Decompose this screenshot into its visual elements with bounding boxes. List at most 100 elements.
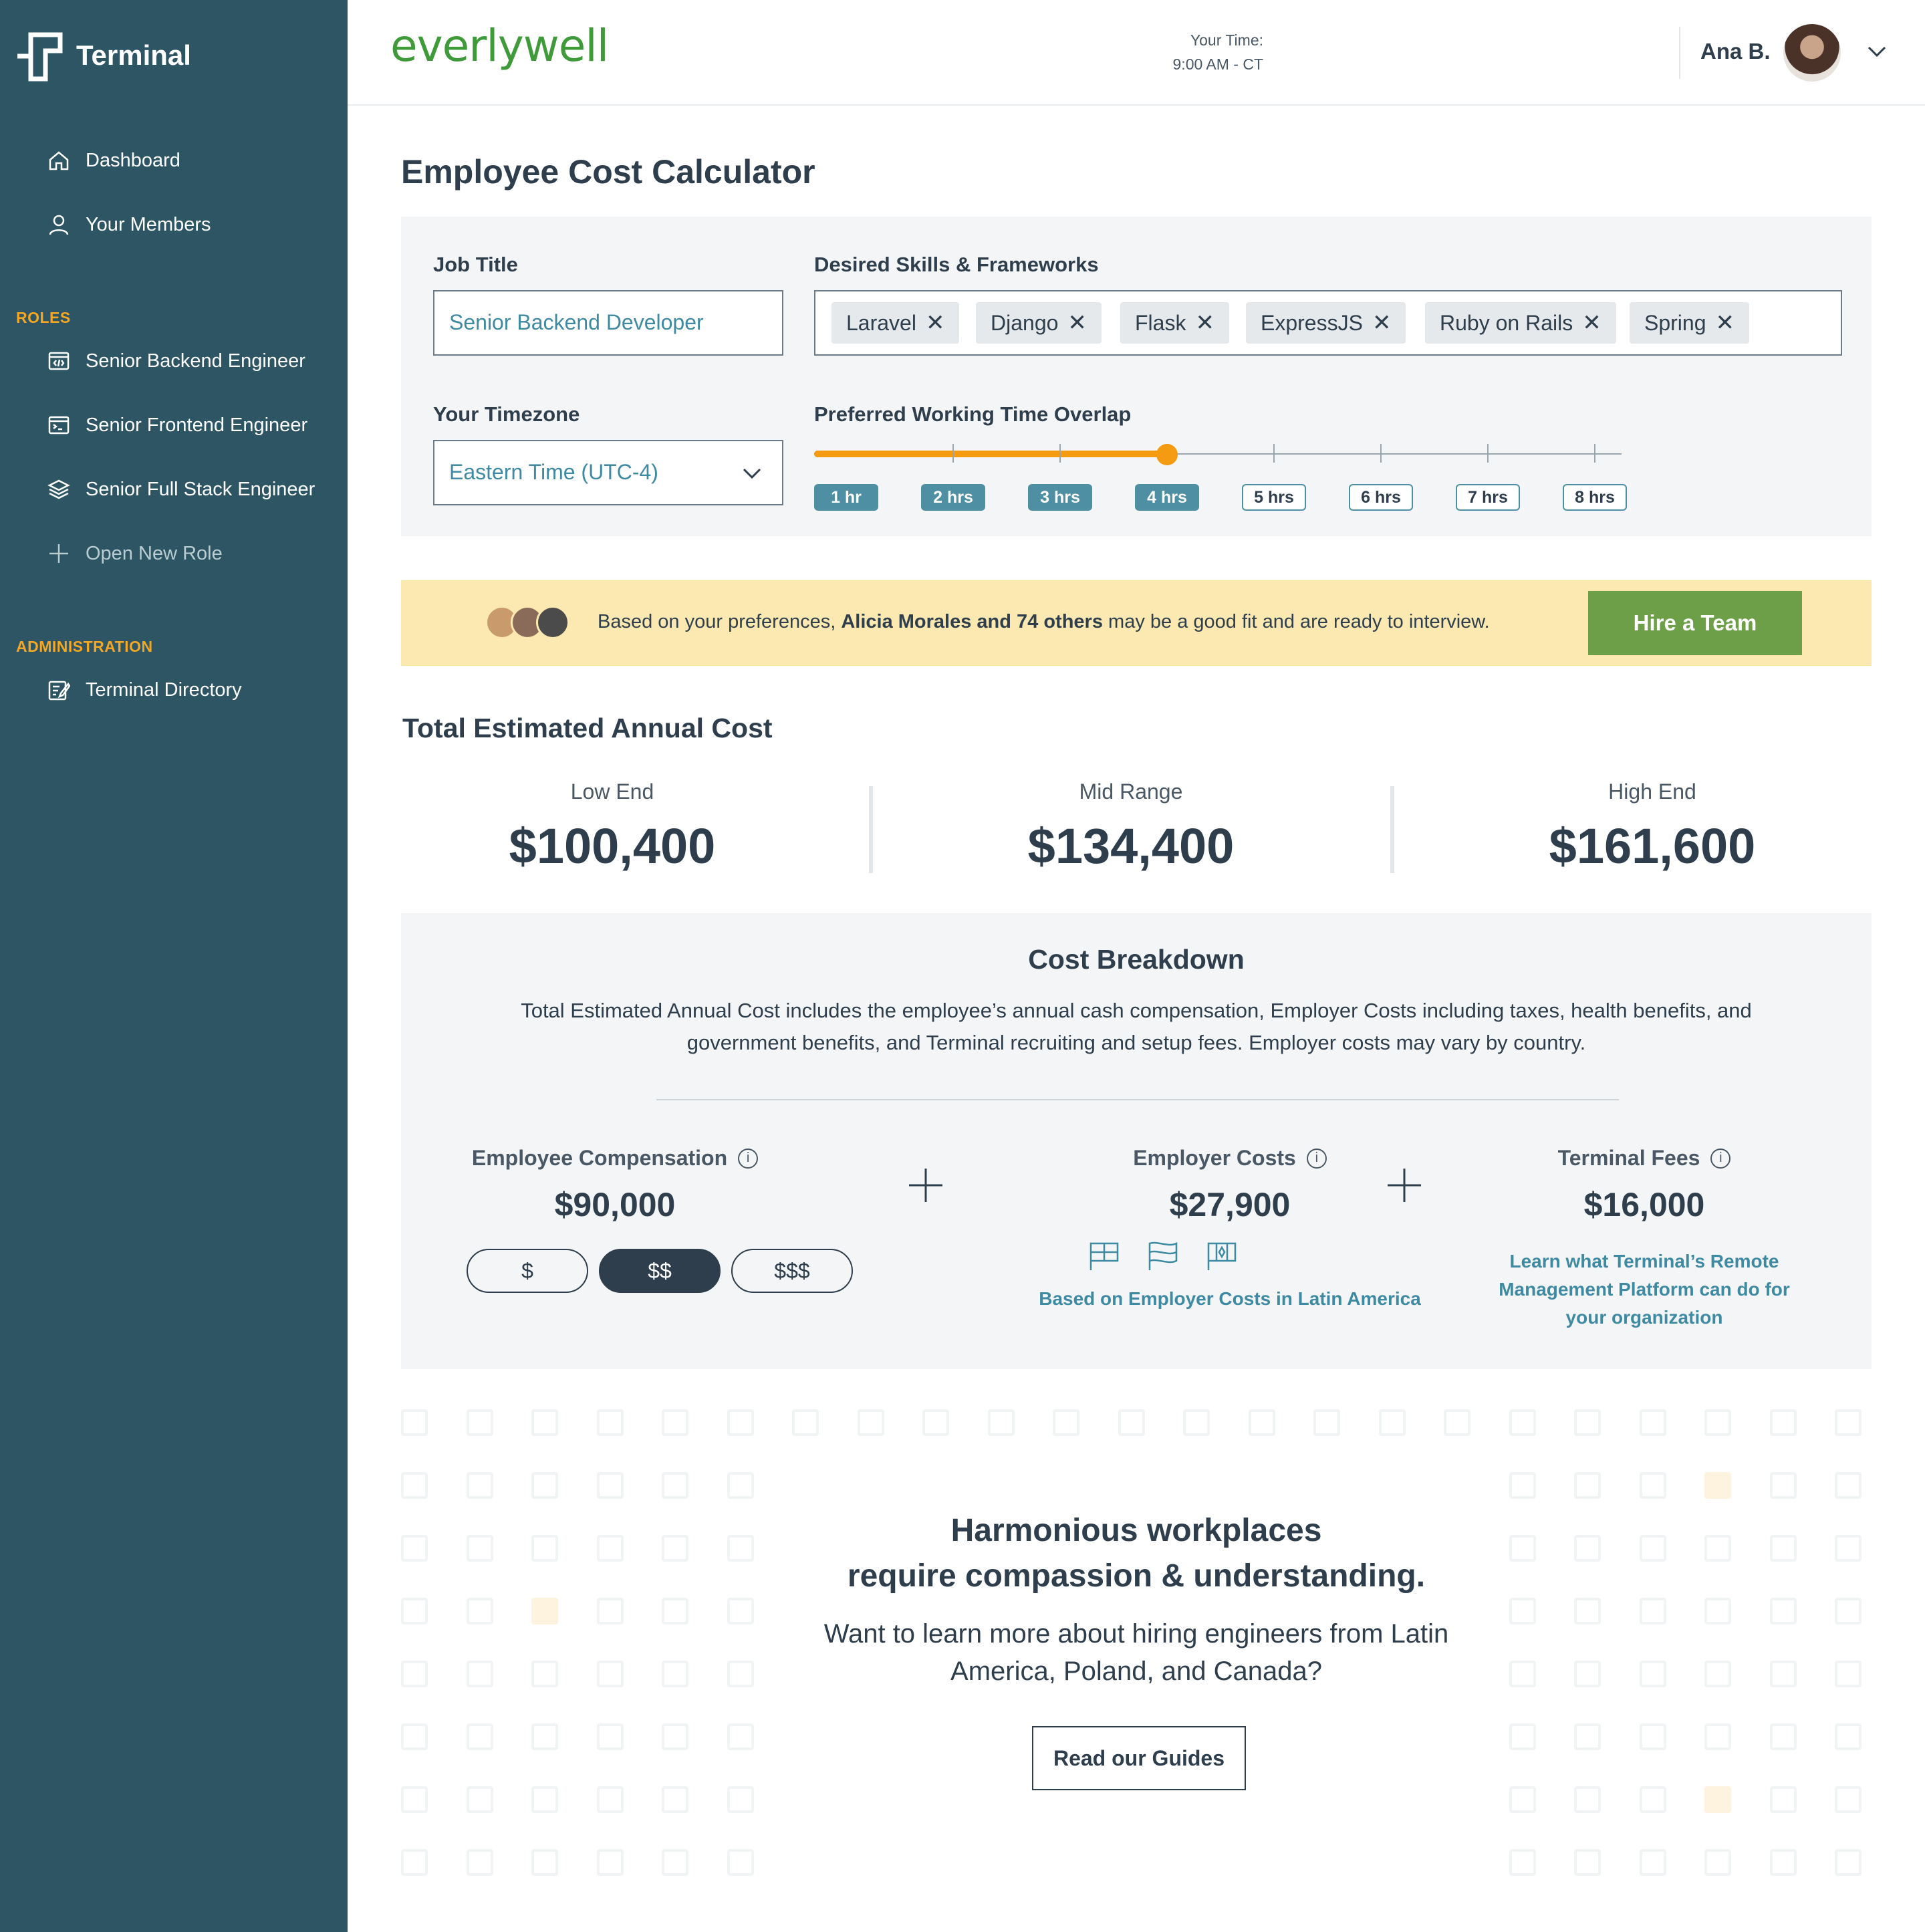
tier-mid-button[interactable]: $$ bbox=[599, 1249, 721, 1293]
grid-square bbox=[1704, 1723, 1731, 1750]
page-title: Employee Cost Calculator bbox=[401, 153, 815, 191]
avatar bbox=[536, 606, 569, 639]
flag-icon[interactable] bbox=[1088, 1241, 1120, 1272]
grid-square bbox=[1639, 1472, 1666, 1499]
overlap-option-5[interactable]: 5 hrs bbox=[1242, 484, 1306, 511]
hire-team-button[interactable]: Hire a Team bbox=[1588, 591, 1802, 655]
user-avatar[interactable] bbox=[1783, 24, 1841, 82]
skill-name: Flask bbox=[1135, 310, 1186, 335]
info-icon[interactable]: i bbox=[1710, 1148, 1731, 1169]
grid-square bbox=[1639, 1849, 1666, 1876]
role-senior-frontend[interactable]: Senior Frontend Engineer bbox=[45, 406, 307, 444]
grid-square bbox=[596, 1472, 624, 1499]
nav-label: Your Members bbox=[86, 213, 211, 235]
nav-dashboard[interactable]: Dashboard bbox=[45, 142, 180, 179]
slider-tick bbox=[952, 444, 954, 463]
read-guides-button[interactable]: Read our Guides bbox=[1032, 1726, 1246, 1790]
your-time-label: Your Time: bbox=[1190, 31, 1263, 49]
close-icon[interactable]: ✕ bbox=[1716, 310, 1735, 336]
skill-chip[interactable]: Laravel ✕ bbox=[831, 302, 960, 344]
info-icon[interactable]: i bbox=[738, 1148, 759, 1169]
grid-square bbox=[857, 1409, 884, 1436]
overlap-option-6[interactable]: 6 hrs bbox=[1349, 484, 1413, 511]
candidate-avatars bbox=[485, 606, 572, 640]
employer-note-link[interactable]: Based on Employer Costs in Latin America bbox=[1003, 1285, 1457, 1313]
grid-square bbox=[531, 1535, 558, 1562]
comp-value: $90,000 bbox=[554, 1186, 676, 1223]
grid-square bbox=[1509, 1598, 1536, 1624]
grid-square bbox=[1313, 1409, 1340, 1436]
grid-square bbox=[1574, 1409, 1601, 1436]
skills-input[interactable]: Laravel ✕ Django ✕ Flask ✕ ExpressJS ✕ Ruby … bbox=[814, 290, 1842, 356]
mid-range: Mid Range $134,400 bbox=[977, 779, 1285, 874]
close-icon[interactable]: ✕ bbox=[1372, 310, 1392, 336]
brand[interactable]: Terminal bbox=[15, 29, 191, 82]
sidebar: Terminal Dashboard Your Members ROLES Se… bbox=[0, 0, 348, 1932]
open-new-role[interactable]: Open New Role bbox=[45, 535, 223, 572]
tier-high-button[interactable]: $$$ bbox=[731, 1249, 853, 1293]
timezone-select[interactable]: Eastern Time (UTC-4) bbox=[433, 440, 783, 505]
grid-square bbox=[531, 1409, 558, 1436]
grid-square bbox=[531, 1723, 558, 1750]
job-title-input[interactable]: Senior Backend Developer bbox=[433, 290, 783, 356]
grid-square bbox=[1769, 1598, 1797, 1624]
overlap-option-7[interactable]: 7 hrs bbox=[1456, 484, 1520, 511]
skill-chip[interactable]: ExpressJS ✕ bbox=[1246, 302, 1406, 344]
grid-square bbox=[1509, 1723, 1536, 1750]
role-senior-full-stack[interactable]: Senior Full Stack Engineer bbox=[45, 471, 315, 508]
skill-chip[interactable]: Ruby on Rails ✕ bbox=[1425, 302, 1616, 344]
comp-label: Employee Compensation bbox=[471, 1146, 728, 1170]
overlap-slider-thumb[interactable] bbox=[1156, 444, 1178, 465]
edit-list-icon bbox=[45, 677, 72, 703]
grid-square bbox=[1769, 1661, 1797, 1687]
grid-square bbox=[1639, 1598, 1666, 1624]
plus-icon bbox=[909, 1169, 942, 1202]
skill-chip[interactable]: Django ✕ bbox=[976, 302, 1102, 344]
close-icon[interactable]: ✕ bbox=[926, 310, 945, 336]
cta-heading-line: Harmonious workplaces bbox=[950, 1513, 1322, 1548]
company-logo: everlywell bbox=[390, 20, 609, 72]
grid-square bbox=[727, 1849, 754, 1876]
close-icon[interactable]: ✕ bbox=[1067, 310, 1087, 336]
close-icon[interactable]: ✕ bbox=[1195, 310, 1214, 336]
grid-square bbox=[662, 1786, 688, 1813]
skill-chip[interactable]: Flask ✕ bbox=[1120, 302, 1229, 344]
flag-icon[interactable] bbox=[1206, 1241, 1238, 1272]
grid-square bbox=[401, 1661, 428, 1687]
grid-square bbox=[531, 1849, 558, 1876]
grid-square bbox=[727, 1598, 754, 1624]
fees-label: Terminal Fees bbox=[1557, 1146, 1700, 1170]
overlap-option-2[interactable]: 2 hrs bbox=[921, 484, 985, 511]
grid-square bbox=[662, 1598, 688, 1624]
grid-square bbox=[466, 1472, 493, 1499]
overlap-option-1[interactable]: 1 hr bbox=[814, 484, 878, 511]
grid-square bbox=[401, 1535, 428, 1562]
skill-chip[interactable]: Spring ✕ bbox=[1630, 302, 1749, 344]
overlap-option-3[interactable]: 3 hrs bbox=[1028, 484, 1092, 511]
grid-square bbox=[1835, 1409, 1862, 1436]
low-end-value: $100,400 bbox=[509, 818, 716, 874]
tier-low-button[interactable]: $ bbox=[467, 1249, 588, 1293]
chevron-down-icon bbox=[743, 468, 761, 479]
fees-note-link[interactable]: Learn what Terminal’s Remote Management … bbox=[1484, 1247, 1805, 1332]
grid-square bbox=[1704, 1661, 1731, 1687]
grid-square bbox=[1574, 1535, 1601, 1562]
high-end: High End $161,600 bbox=[1499, 779, 1806, 874]
grid-square bbox=[662, 1849, 688, 1876]
chevron-down-icon[interactable] bbox=[1865, 41, 1889, 62]
overlap-option-8[interactable]: 8 hrs bbox=[1563, 484, 1627, 511]
info-icon[interactable]: i bbox=[1306, 1148, 1327, 1169]
nav-your-members[interactable]: Your Members bbox=[45, 206, 211, 243]
slider-tick bbox=[1380, 444, 1382, 463]
grid-square bbox=[1769, 1535, 1797, 1562]
user-name[interactable]: Ana B. bbox=[1700, 39, 1771, 64]
nav-terminal-directory[interactable]: Terminal Directory bbox=[45, 671, 242, 709]
role-senior-backend[interactable]: Senior Backend Engineer bbox=[45, 342, 305, 380]
flag-icon[interactable] bbox=[1147, 1241, 1179, 1272]
close-icon[interactable]: ✕ bbox=[1582, 310, 1601, 336]
grid-square bbox=[596, 1409, 624, 1436]
overlap-option-4[interactable]: 4 hrs bbox=[1135, 484, 1199, 511]
slider-tick bbox=[1273, 444, 1275, 463]
employer-title: Employer Costs i bbox=[1069, 1146, 1390, 1171]
grid-square bbox=[1639, 1661, 1666, 1687]
